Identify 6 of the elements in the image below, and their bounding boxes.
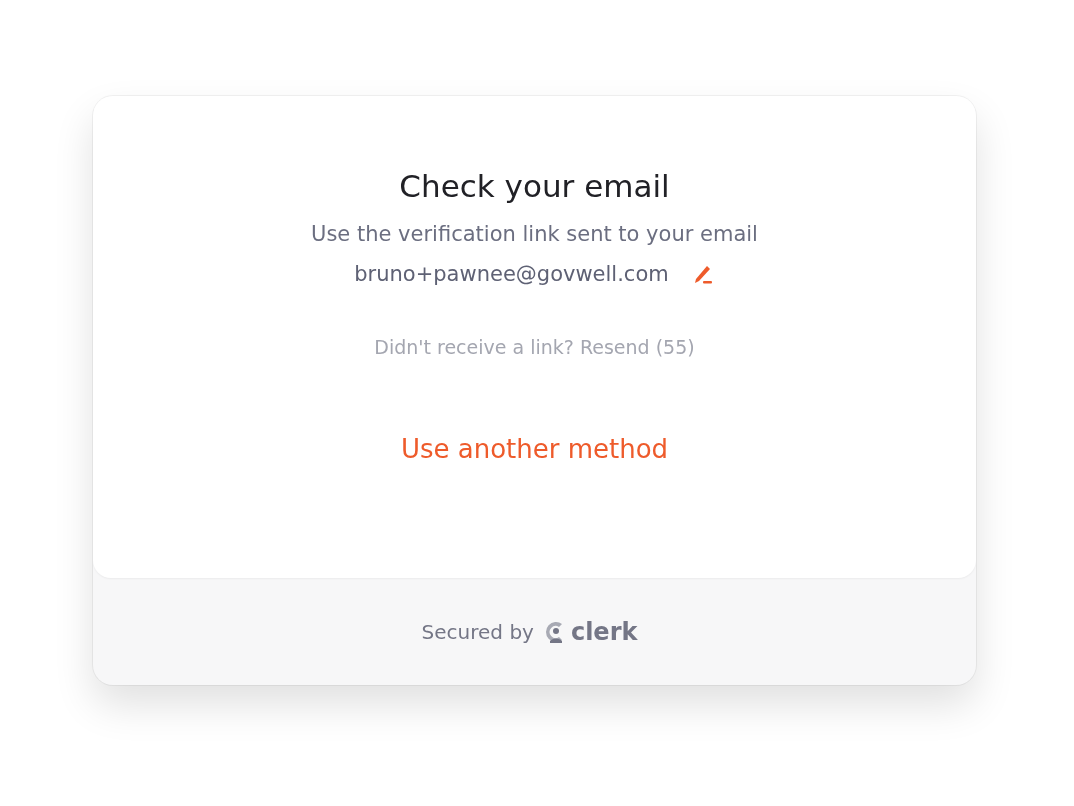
- use-another-method-link[interactable]: Use another method: [400, 434, 669, 464]
- email-address: bruno+pawnee@govwell.com: [354, 262, 669, 286]
- secured-by-text: Secured by: [421, 619, 534, 644]
- brand-name: clerk: [570, 617, 638, 646]
- card-title: Check your email: [399, 168, 670, 204]
- subtitle: Use the verification link sent to your email: [311, 222, 758, 246]
